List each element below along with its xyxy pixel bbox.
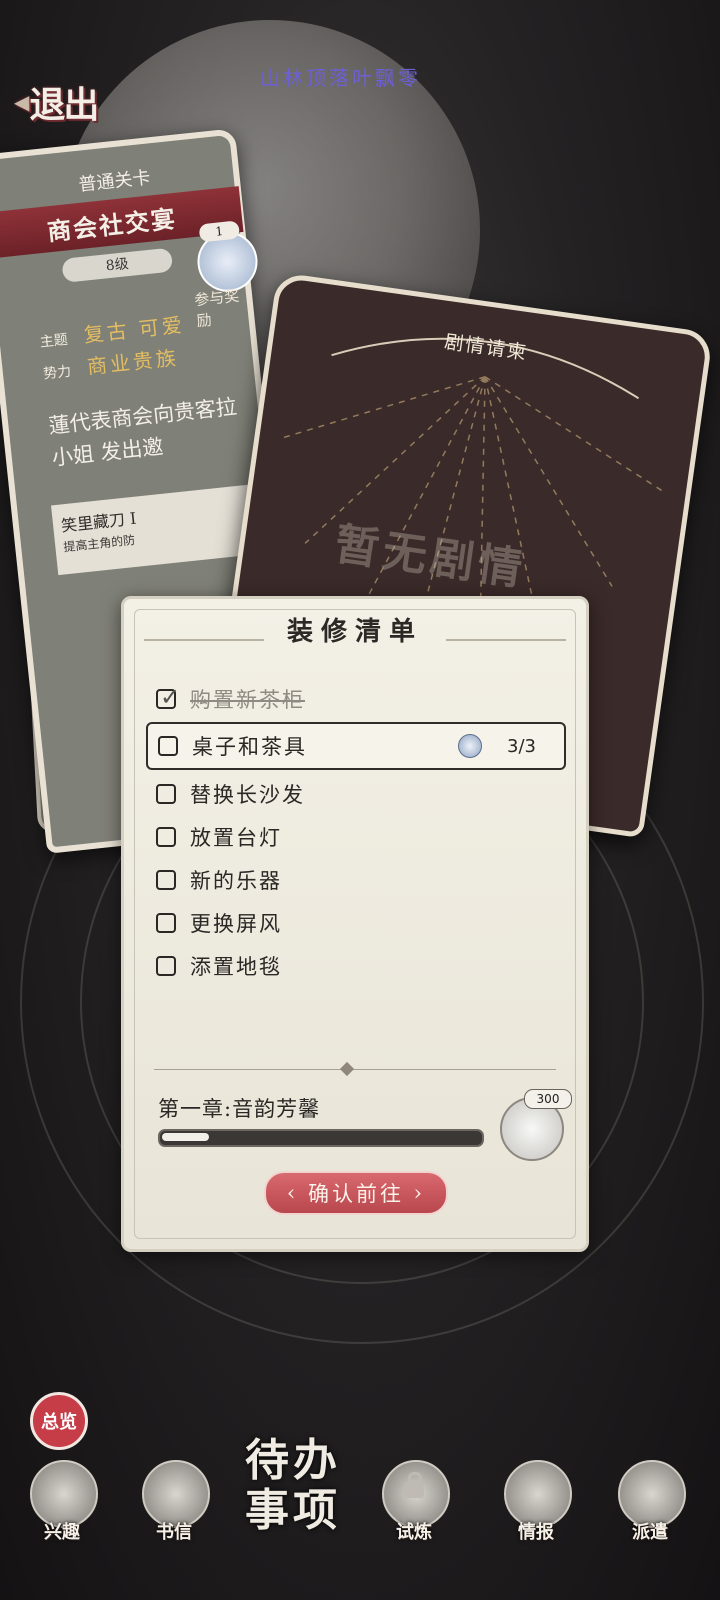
nav-label: 试炼 [396,1522,432,1543]
nav-interest[interactable]: 兴趣 [22,1460,102,1550]
checklist-item[interactable]: 添置地毯 [146,944,566,987]
level-description: 蓮代表商会向贵客拉小姐 发出邀 [47,394,238,471]
nav-dispatch[interactable]: 派遣 [610,1460,690,1550]
reward-badge-icon [458,734,482,758]
theme-label: 主题 [39,331,69,351]
chapter-reward-count: 300 [524,1089,572,1109]
overview-label: 总览 [41,1412,77,1433]
nav-letters[interactable]: 书信 [134,1460,214,1550]
item-label: 替换长沙发 [190,782,305,807]
confirm-label: 确认前往 [308,1182,404,1206]
checkbox-icon[interactable] [156,869,176,890]
checkbox-icon[interactable] [156,783,176,804]
item-label: 更换屏风 [190,911,282,936]
nav-label: 兴趣 [44,1522,80,1543]
confirm-go-button[interactable]: ‹ 确认前往 › [264,1171,448,1215]
chapter-progress-bar [158,1129,484,1147]
lock-icon [404,1472,424,1498]
chapter-title: 第一章:音韵芳馨 [158,1097,321,1121]
nav-intel[interactable]: 情报 [496,1460,576,1550]
checklist-item[interactable]: 替换长沙发 [146,772,566,815]
todo-center-title: 待办事项 [245,1435,341,1536]
section-divider [154,1069,556,1070]
checklist-item[interactable]: 更换屏风 [146,901,566,944]
item-label: 放置台灯 [190,825,282,850]
nav-trial[interactable]: 试炼 [374,1460,454,1550]
checkbox-icon[interactable] [158,736,178,756]
checklist-item[interactable]: 购置新茶柜 [146,677,566,720]
item-label: 新的乐器 [190,868,282,893]
item-label: 购置新茶柜 [190,687,305,712]
checklist-item-selected[interactable]: 桌子和茶具 3/3 [146,722,566,770]
checklist-items: 购置新茶柜 桌子和茶具 3/3 替换长沙发 放置台灯 新的乐器 更换屏风 添置地… [146,677,566,987]
item-label: 桌子和茶具 [192,735,307,759]
exit-button[interactable]: ◀ 退出 [14,72,124,132]
checklist-item[interactable]: 放置台灯 [146,815,566,858]
top-caption: 山林顶落叶飘零 [260,66,421,90]
chevron-left-icon: ‹ [286,1181,308,1205]
nav-label: 情报 [518,1522,554,1543]
nav-label: 派遣 [632,1522,668,1543]
checkbox-icon[interactable] [156,955,176,976]
overview-button[interactable]: 总览 [30,1392,88,1450]
chevron-right-icon: › [404,1181,426,1205]
nav-label: 书信 [156,1522,192,1543]
level-type-label: 普通关卡 [77,167,152,196]
back-arrow-icon: ◀ [14,90,29,114]
checkbox-checked-icon[interactable] [156,683,180,711]
skill-box: 笑里藏刀 I 提高主角的防 [51,483,268,576]
checklist-title: 装修清单 [286,617,423,647]
checkbox-icon[interactable] [156,826,176,847]
item-label: 添置地毯 [190,954,282,979]
checklist-item[interactable]: 新的乐器 [146,858,566,901]
item-progress: 3/3 [507,735,536,757]
renovation-checklist-panel: 装修清单 购置新茶柜 桌子和茶具 3/3 替换长沙发 放置台灯 新的乐器 更换屏… [121,596,589,1252]
checkbox-icon[interactable] [156,912,176,933]
level-grade: 8级 [61,247,174,283]
faction-value: 商业贵族 [85,345,180,379]
reward-label: 参与奖励 [193,286,241,331]
exit-label: 退出 [29,84,99,126]
level-title: 商会社交宴 [45,203,179,246]
chapter-progress-fill [162,1133,209,1141]
faction-label: 势力 [42,363,72,383]
